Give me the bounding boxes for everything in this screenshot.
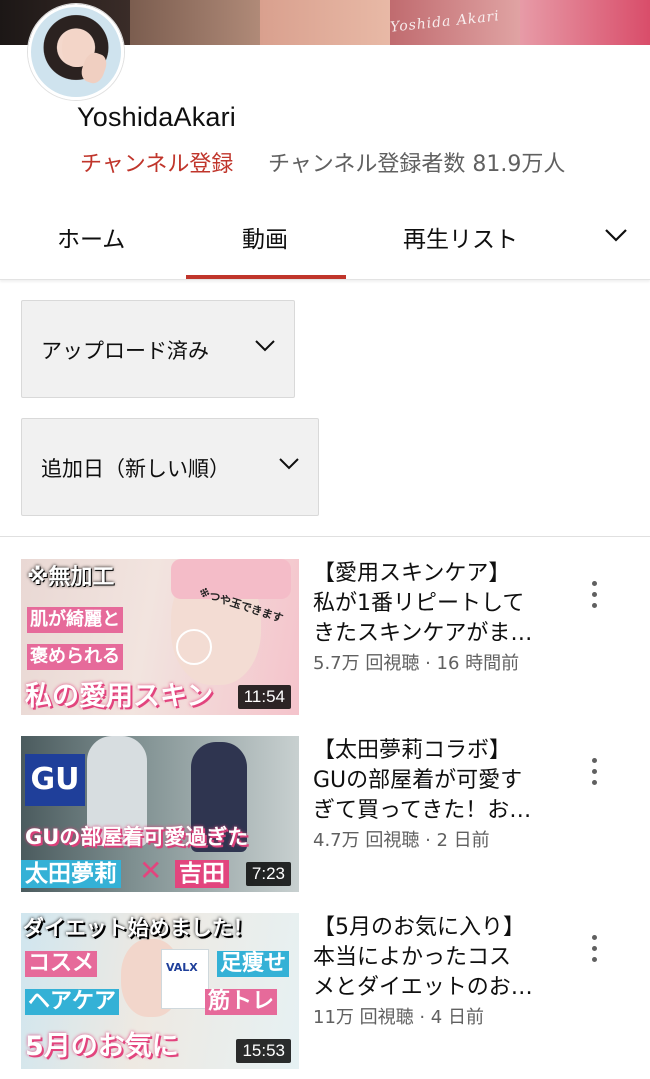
subscribe-button[interactable]: チャンネル登録 (80, 146, 233, 178)
sort-filter-dropdown[interactable]: 追加日（新しい順） (21, 418, 319, 516)
video-thumbnail[interactable]: ダイエット始めました！ コスメ 足痩せ ヘアケア 筋トレ 5月のお気に VALX… (21, 913, 299, 1069)
video-meta: 5.7万 回視聴 · 16 時間前 (313, 653, 520, 674)
thumb-caption: コスメ (25, 951, 98, 977)
chevron-down-icon (279, 458, 299, 470)
more-vert-icon[interactable] (583, 756, 607, 788)
thumb-caption: 私の愛用スキン (25, 681, 214, 712)
thumb-caption: 褒められる (27, 644, 123, 670)
chevron-down-icon (255, 340, 275, 352)
channel-tabs: ホーム 動画 再生リスト (0, 200, 650, 280)
more-vert-icon[interactable] (583, 579, 607, 611)
thumb-caption: 吉田 (175, 860, 229, 888)
video-duration: 15:53 (236, 1039, 291, 1063)
section-divider (0, 536, 650, 537)
video-item[interactable]: ※無加工 肌が綺麗と 褒められる 私の愛用スキン ※つや玉できます 11:54 … (0, 559, 650, 719)
sort-filter-label: 追加日（新しい順） (41, 457, 230, 481)
thumb-caption: ✕ (139, 854, 163, 887)
thumb-caption: GUの部屋着可愛過ぎた (25, 825, 249, 849)
subscriber-count: チャンネル登録者数 81.9万人 (268, 152, 566, 177)
thumb-caption: 筋トレ (205, 989, 278, 1015)
thumb-caption: 5月のお気に (25, 1031, 179, 1062)
channel-avatar[interactable] (28, 4, 124, 100)
video-meta: 11万 回視聴 · 4 日前 (313, 1007, 484, 1028)
thumb-caption: VALX (166, 961, 198, 974)
thumb-caption: 太田夢莉 (21, 860, 121, 888)
video-item[interactable]: ダイエット始めました！ コスメ 足痩せ ヘアケア 筋トレ 5月のお気に VALX… (0, 913, 650, 1073)
upload-filter-label: アップロード済み (41, 339, 209, 363)
video-duration: 7:23 (245, 862, 291, 886)
tab-home[interactable]: ホーム (57, 220, 125, 254)
thumb-caption: ※無加工 (27, 565, 115, 590)
video-duration: 11:54 (237, 685, 291, 709)
thumb-caption: GU (25, 754, 85, 806)
video-item[interactable]: GU GUの部屋着可愛過ぎた 太田夢莉 ✕ 吉田 7:23 【太田夢莉コラボ】 … (0, 736, 650, 896)
video-meta: 4.7万 回視聴 · 2 日前 (313, 830, 490, 851)
video-title[interactable]: 【愛用スキンケア】 私が1番リピートして きたスキンケアがま… (313, 559, 563, 649)
tab-playlists[interactable]: 再生リスト (403, 220, 518, 254)
video-thumbnail[interactable]: GU GUの部屋着可愛過ぎた 太田夢莉 ✕ 吉田 7:23 (21, 736, 299, 892)
video-title[interactable]: 【太田夢莉コラボ】 GUの部屋着が可愛す ぎて買ってきた！お… (313, 736, 563, 826)
thumb-caption: ダイエット始めました！ (23, 916, 254, 940)
tab-videos[interactable]: 動画 (242, 220, 288, 254)
chevron-down-icon[interactable] (603, 226, 629, 244)
thumb-caption: ヘアケア (25, 989, 120, 1015)
channel-name: YoshidaAkari (77, 102, 237, 132)
thumb-caption: 足痩せ (217, 951, 290, 977)
upload-filter-dropdown[interactable]: アップロード済み (21, 300, 295, 398)
video-title[interactable]: 【5月のお気に入り】 本当によかったコス メとダイエットのお… (313, 913, 563, 1003)
video-thumbnail[interactable]: ※無加工 肌が綺麗と 褒められる 私の愛用スキン ※つや玉できます 11:54 (21, 559, 299, 715)
thumb-caption: 肌が綺麗と (27, 607, 123, 633)
active-tab-indicator (186, 275, 346, 279)
more-vert-icon[interactable] (583, 933, 607, 965)
